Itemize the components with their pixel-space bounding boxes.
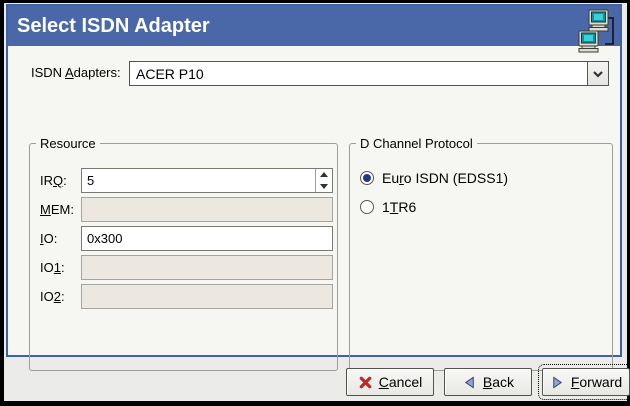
combobox-dropdown-button[interactable] xyxy=(587,62,608,85)
wizard-header: Select ISDN Adapter xyxy=(8,6,620,46)
mem-label: MEM: xyxy=(40,197,74,222)
d-channel-protocol-group: D Channel Protocol Euro ISDN (EDSS1) 1TR… xyxy=(349,143,613,371)
wizard-content: ISDN Adapters: ACER P10 Resource IRQ: xyxy=(8,46,620,357)
resource-group: Resource IRQ: MEM: IO: IO1: IO2: xyxy=(29,143,338,371)
io2-input xyxy=(81,284,333,309)
radio-label-1tr6: 1TR6 xyxy=(382,199,416,215)
io1-input xyxy=(81,255,333,280)
back-button-label: Back xyxy=(483,374,514,390)
d-channel-protocol-group-title: D Channel Protocol xyxy=(356,136,477,151)
wizard-panel: Select ISDN Adapter xyxy=(6,4,622,357)
radio-button-icon[interactable] xyxy=(360,171,374,185)
isdn-adapters-combobox[interactable]: ACER P10 xyxy=(129,61,609,86)
forward-button[interactable]: Forward xyxy=(542,368,630,396)
io1-label: IO1: xyxy=(40,255,65,280)
forward-button-label: Forward xyxy=(571,374,622,390)
chevron-down-icon xyxy=(591,68,605,80)
radio-label-euro-isdn: Euro ISDN (EDSS1) xyxy=(382,170,508,186)
cancel-button-label: Cancel xyxy=(379,374,423,390)
cancel-button[interactable]: Cancel xyxy=(346,368,434,396)
triangle-down-icon xyxy=(320,184,328,189)
irq-spinbutton-wrap xyxy=(81,168,333,193)
arrow-right-icon xyxy=(550,375,565,390)
spin-down-button[interactable] xyxy=(316,181,332,193)
io-label: IO: xyxy=(40,226,57,251)
triangle-up-icon xyxy=(320,172,328,177)
cancel-x-icon xyxy=(358,375,373,390)
page-title: Select ISDN Adapter xyxy=(8,6,620,46)
back-button[interactable]: Back xyxy=(444,368,532,396)
arrow-left-icon xyxy=(462,375,477,390)
resource-group-title: Resource xyxy=(36,136,100,151)
network-computers-icon xyxy=(578,8,616,55)
io2-label: IO2: xyxy=(40,284,65,309)
isdn-adapters-label: ISDN Adapters: xyxy=(31,65,121,80)
isdn-adapters-selected-value: ACER P10 xyxy=(130,66,587,82)
select-isdn-adapter-dialog: Select ISDN Adapter xyxy=(0,0,630,406)
mem-input xyxy=(81,197,333,222)
io-input[interactable] xyxy=(81,226,333,251)
radio-option-euro-isdn[interactable]: Euro ISDN (EDSS1) xyxy=(360,170,508,186)
spin-up-button[interactable] xyxy=(316,169,332,181)
irq-input[interactable] xyxy=(81,168,333,193)
radio-option-1tr6[interactable]: 1TR6 xyxy=(360,199,416,215)
irq-spinner xyxy=(315,169,332,192)
radio-button-icon[interactable] xyxy=(360,200,374,214)
irq-label: IRQ: xyxy=(40,168,67,193)
